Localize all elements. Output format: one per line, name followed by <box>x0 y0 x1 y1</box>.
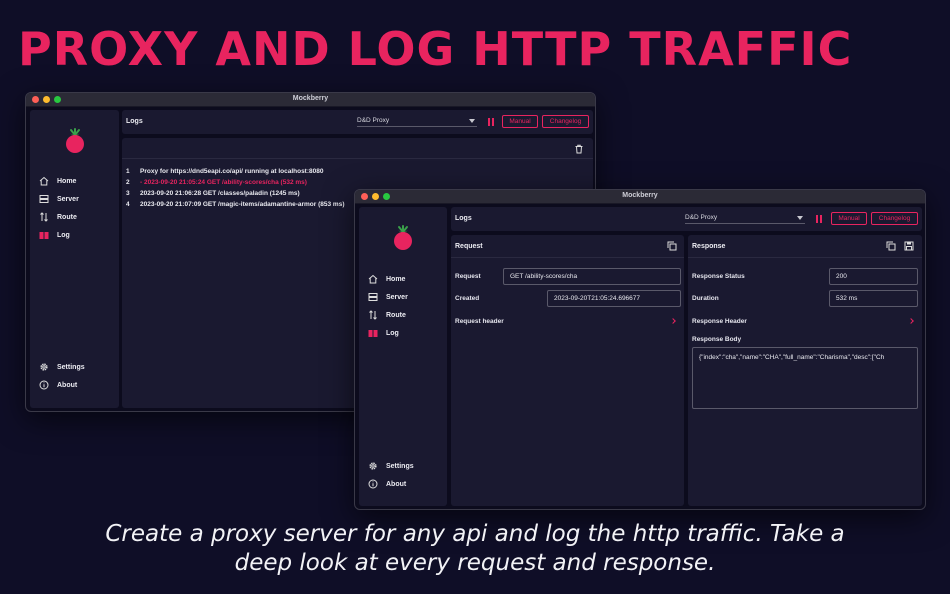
request-label: Request <box>455 273 481 280</box>
request-field[interactable]: GET /ability-scores/cha <box>503 268 681 285</box>
log-icon <box>368 328 378 338</box>
manual-button[interactable]: Manual <box>502 115 538 128</box>
proxy-select[interactable]: D&D Proxy <box>357 115 477 127</box>
sidebar: Home Server Route Log Settings About <box>359 207 447 506</box>
copy-icon[interactable] <box>667 241 677 251</box>
top-bar: Logs D&D Proxy Manual Changelog <box>451 207 922 231</box>
sidebar-item-label: Route <box>386 311 406 319</box>
title-bar: Mockberry <box>355 190 925 204</box>
route-icon <box>368 310 378 320</box>
chevron-down-icon <box>797 215 803 220</box>
caption-line: deep look at every request and response. <box>234 550 716 576</box>
sidebar-item-settings[interactable]: Settings <box>359 457 447 475</box>
chevron-right-icon[interactable] <box>908 318 914 324</box>
changelog-button[interactable]: Changelog <box>871 212 918 225</box>
changelog-button[interactable]: Changelog <box>542 115 589 128</box>
info-icon <box>39 380 49 390</box>
raspberry-logo-icon <box>394 225 412 250</box>
pause-button[interactable] <box>488 118 495 126</box>
headline: PROXY AND LOG HTTP TRAFFIC <box>18 22 853 76</box>
response-header-label[interactable]: Response Header <box>692 318 747 325</box>
proxy-select[interactable]: D&D Proxy <box>685 212 805 224</box>
top-bar: Logs D&D Proxy Manual Changelog <box>122 110 593 134</box>
sidebar-item-home[interactable]: Home <box>359 270 447 288</box>
duration-field[interactable]: 532 ms <box>829 290 918 307</box>
duration-label: Duration <box>692 295 719 302</box>
trash-icon[interactable] <box>574 144 584 154</box>
request-panel: Request Request GET /ability-scores/cha … <box>451 235 684 506</box>
info-icon <box>368 479 378 489</box>
sidebar-item-about[interactable]: About <box>30 376 119 394</box>
caption-line: Create a proxy server for any api and lo… <box>105 521 845 547</box>
save-icon[interactable] <box>904 241 914 251</box>
response-panel: Response Response Status 200 Duration 53… <box>688 235 922 506</box>
home-icon <box>368 274 378 284</box>
log-entry[interactable]: 1 Proxy for https://dnd5eapi.co/api/ runn… <box>126 168 323 175</box>
log-entry[interactable]: 3 2023-09-20 21:06:28 GET /classes/paladi… <box>126 190 300 197</box>
window-title: Mockberry <box>292 95 329 102</box>
sidebar-item-settings[interactable]: Settings <box>30 358 119 376</box>
response-body-field[interactable]: {"index":"cha","name":"CHA","full_name":… <box>692 347 918 409</box>
server-icon <box>368 292 378 302</box>
home-icon <box>39 176 49 186</box>
created-field[interactable]: 2023-09-20T21:05:24.696677 <box>547 290 681 307</box>
log-entry[interactable]: 4 2023-09-20 21:07:09 GET /magic-items/ad… <box>126 201 344 208</box>
sidebar-item-server[interactable]: Server <box>30 190 119 208</box>
request-title: Request <box>455 243 483 250</box>
title-bar: Mockberry <box>26 93 595 107</box>
page-title: Logs <box>455 215 472 222</box>
log-icon <box>39 230 49 240</box>
sidebar-item-label: Server <box>386 293 408 301</box>
log-entry-selected[interactable]: 2- 2023-09-20 21:05:24 GET /ability-scor… <box>126 179 307 186</box>
gear-icon <box>39 362 49 372</box>
sidebar-item-label: Home <box>386 275 406 283</box>
sidebar-item-log[interactable]: Log <box>30 226 119 244</box>
sidebar-item-log[interactable]: Log <box>359 324 447 342</box>
sidebar-item-label: Home <box>57 177 77 185</box>
raspberry-logo-icon <box>65 128 84 153</box>
pause-button[interactable] <box>816 215 823 223</box>
caption: Create a proxy server for any api and lo… <box>0 520 950 578</box>
sidebar-item-server[interactable]: Server <box>359 288 447 306</box>
sidebar-item-about[interactable]: About <box>359 475 447 493</box>
copy-icon[interactable] <box>886 241 896 251</box>
sidebar-item-home[interactable]: Home <box>30 172 119 190</box>
response-title: Response <box>692 243 726 250</box>
request-header-label[interactable]: Request header <box>455 318 504 325</box>
sidebar-item-label: Log <box>57 231 70 239</box>
created-label: Created <box>455 295 480 302</box>
response-status-label: Response Status <box>692 273 745 280</box>
gear-icon <box>368 461 378 471</box>
sidebar-item-route[interactable]: Route <box>359 306 447 324</box>
sidebar-item-label: Route <box>57 213 77 221</box>
sidebar-item-label: Server <box>57 195 79 203</box>
page-title: Logs <box>126 118 143 125</box>
sidebar-item-label: About <box>57 381 78 389</box>
route-icon <box>39 212 49 222</box>
chevron-down-icon <box>469 118 475 123</box>
proxy-select-value: D&D Proxy <box>357 117 390 124</box>
manual-button[interactable]: Manual <box>831 212 867 225</box>
window-title: Mockberry <box>622 192 658 199</box>
sidebar-item-label: Settings <box>57 363 85 371</box>
server-icon <box>39 194 49 204</box>
response-body-label: Response Body <box>692 336 742 343</box>
sidebar: Home Server Route Log Settings About <box>30 110 119 408</box>
chevron-right-icon[interactable] <box>670 318 676 324</box>
front-window: Mockberry Home Server Route Log Settings… <box>354 189 926 510</box>
proxy-select-value: D&D Proxy <box>685 214 718 221</box>
response-status-field[interactable]: 200 <box>829 268 918 285</box>
sidebar-item-route[interactable]: Route <box>30 208 119 226</box>
sidebar-item-label: About <box>386 480 407 488</box>
sidebar-item-label: Settings <box>386 462 414 470</box>
sidebar-item-label: Log <box>386 329 399 337</box>
